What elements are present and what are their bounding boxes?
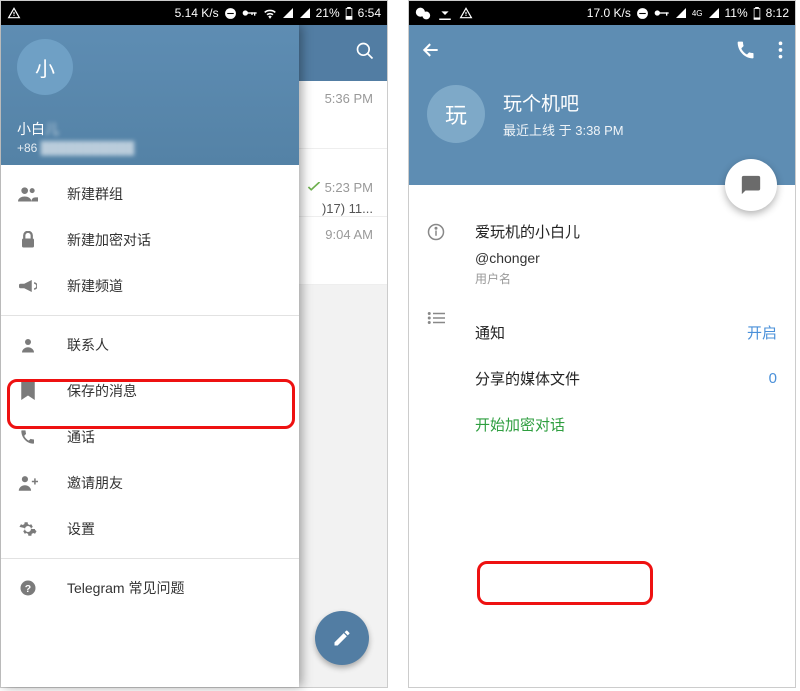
drawer-item-label: 设置	[67, 519, 95, 539]
network-speed: 17.0 K/s	[587, 6, 631, 20]
signal-icon	[282, 7, 294, 19]
group-icon	[17, 186, 39, 202]
drawer-phone: +86 ███████████	[17, 141, 283, 155]
drawer-item-label: 保存的消息	[67, 381, 137, 401]
call-icon[interactable]	[736, 40, 756, 65]
megaphone-icon	[17, 278, 39, 294]
drawer-item-label: 新建频道	[67, 276, 123, 296]
row-label: 开始加密对话	[475, 414, 565, 435]
dnd-icon	[636, 7, 649, 20]
profile-header: 玩 玩个机吧 最近上线 于 3:38 PM	[409, 25, 795, 185]
vpn-key-icon	[242, 8, 258, 18]
drawer-item-saved[interactable]: 保存的消息	[1, 368, 299, 414]
drawer-item-faq[interactable]: ? Telegram 常见问题	[1, 565, 299, 611]
compose-fab[interactable]	[315, 611, 369, 665]
list-icon	[427, 309, 449, 330]
vpn-key-icon	[654, 8, 670, 18]
last-seen: 最近上线 于 3:38 PM	[503, 120, 624, 139]
row-value: 0	[769, 370, 777, 387]
info-username[interactable]: @chonger	[475, 250, 777, 266]
more-icon[interactable]	[778, 40, 783, 65]
contact-icon	[17, 337, 39, 353]
info-icon	[427, 221, 449, 246]
drawer-item-new-channel[interactable]: 新建频道	[1, 263, 299, 309]
drawer-item-invite[interactable]: 邀请朋友	[1, 460, 299, 506]
drawer-item-new-group[interactable]: 新建群组	[1, 171, 299, 217]
warning-icon	[459, 6, 473, 20]
right-screenshot: 17.0 K/s 4G 11% 8:12 玩	[408, 0, 796, 688]
row-label: 通知	[475, 322, 505, 343]
drawer-item-label: Telegram 常见问题	[67, 578, 184, 598]
check-icon	[307, 180, 321, 195]
battery-icon	[753, 7, 761, 20]
avatar[interactable]: 玩	[427, 85, 485, 143]
profile-name: 玩个机吧	[503, 89, 624, 116]
phone-icon	[17, 429, 39, 445]
drawer-item-calls[interactable]: 通话	[1, 414, 299, 460]
drawer-username: 小白儿	[17, 119, 283, 139]
row-notifications[interactable]: 通知 开启	[475, 309, 777, 355]
signal-type: 4G	[692, 9, 703, 18]
battery-percent: 21%	[316, 6, 340, 20]
drawer-item-settings[interactable]: 设置	[1, 506, 299, 552]
status-bar: 17.0 K/s 4G 11% 8:12	[409, 1, 795, 25]
drawer-item-contacts[interactable]: 联系人	[1, 322, 299, 368]
row-start-secret-chat[interactable]: 开始加密对话	[475, 401, 777, 447]
divider	[1, 315, 299, 316]
warning-icon	[7, 6, 21, 20]
message-fab[interactable]	[725, 159, 777, 211]
battery-icon	[345, 7, 353, 20]
lock-icon	[17, 231, 39, 249]
wechat-icon	[415, 7, 431, 20]
avatar[interactable]: 小	[17, 39, 73, 95]
drawer-item-label: 通话	[67, 427, 95, 447]
signal-icon	[675, 7, 687, 19]
drawer-header: 小 小白儿 +86 ███████████	[1, 25, 299, 165]
network-speed: 5.14 K/s	[175, 6, 219, 20]
divider	[1, 558, 299, 559]
drawer-item-label: 新建加密对话	[67, 230, 151, 250]
drawer-item-label: 联系人	[67, 335, 109, 355]
left-screenshot: 5.14 K/s 21% 6:54 5:36 PM	[0, 0, 388, 688]
clock: 6:54	[358, 6, 381, 20]
back-icon[interactable]	[421, 40, 441, 65]
nav-drawer: 小 小白儿 +86 ███████████ 新建群组 新建加密对话 新建频道	[1, 25, 299, 687]
svg-text:?: ?	[25, 583, 31, 595]
row-label: 分享的媒体文件	[475, 368, 580, 389]
callout-highlight	[477, 561, 653, 605]
info-username-hint: 用户名	[475, 270, 777, 287]
wifi-icon	[263, 7, 277, 19]
person-add-icon	[17, 475, 39, 491]
search-icon[interactable]	[355, 41, 375, 66]
download-icon	[439, 7, 451, 20]
bookmark-icon	[17, 382, 39, 400]
signal-icon-2	[708, 7, 720, 19]
dnd-icon	[224, 7, 237, 20]
gear-icon	[17, 520, 39, 538]
drawer-item-label: 邀请朋友	[67, 473, 123, 493]
row-shared-media[interactable]: 分享的媒体文件 0	[475, 355, 777, 401]
drawer-item-new-secret-chat[interactable]: 新建加密对话	[1, 217, 299, 263]
help-icon: ?	[17, 579, 39, 597]
info-bio: 爱玩机的小白儿	[475, 221, 777, 242]
signal-icon-2	[299, 7, 311, 19]
clock: 8:12	[766, 6, 789, 20]
status-bar: 5.14 K/s 21% 6:54	[1, 1, 387, 25]
battery-percent: 11%	[725, 6, 748, 20]
drawer-item-label: 新建群组	[67, 184, 123, 204]
row-value: 开启	[747, 322, 777, 343]
